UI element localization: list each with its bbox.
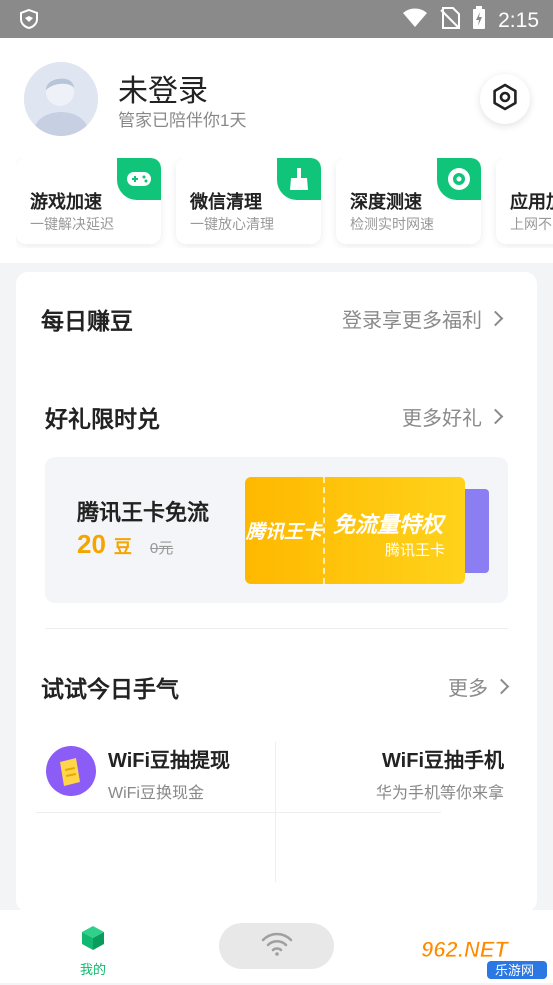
tool-title: 应用加: [510, 192, 553, 212]
broom-icon: [277, 158, 321, 200]
gift-item[interactable]: 腾讯王卡免流 20 豆 0元 腾讯王卡 免流量特权 腾讯王卡: [45, 457, 508, 603]
username[interactable]: 未登录: [118, 66, 208, 110]
tool-speed-test[interactable]: 深度测速 检测实时网速: [336, 158, 481, 244]
tools-row: 游戏加速 一键解决延迟 微信清理 一键放心清理 深度测速 检测实时网速 应用加 …: [16, 158, 553, 248]
lucky-item-desc: 华为手机等你来拿: [375, 785, 504, 802]
lucky-item-title: WiFi豆抽手机: [381, 750, 504, 772]
nav-tab-me[interactable]: 我的: [70, 924, 116, 978]
lucky-more-link[interactable]: 更多: [448, 672, 510, 701]
cube-icon: [79, 926, 107, 956]
settings-button[interactable]: [480, 74, 530, 124]
grid-divider: [36, 812, 441, 813]
shield-icon: [18, 8, 40, 35]
watermark-logo: 962.NET 乐游网: [415, 935, 550, 980]
gift-ticket-image: 腾讯王卡 免流量特权 腾讯王卡: [245, 477, 465, 584]
status-time: 2:15: [498, 9, 539, 32]
gift-price-value: 20: [77, 529, 106, 559]
gamepad-icon: [117, 158, 161, 200]
tool-desc: 一键解决延迟: [30, 216, 114, 232]
nav-wifi-button[interactable]: [219, 923, 334, 969]
settings-hexagon-icon: [491, 83, 519, 116]
companion-days-text: 管家已陪伴你1天: [118, 111, 247, 130]
ticket-subtitle: 腾讯王卡: [384, 542, 445, 559]
daily-login-link-label: 登录享更多福利: [342, 310, 482, 332]
lucky-item-cash[interactable]: WiFi豆抽提现 WiFi豆换现金: [46, 744, 230, 803]
lucky-item-phone[interactable]: WiFi豆抽手机 华为手机等你来拿: [376, 744, 504, 803]
section-divider: [45, 628, 508, 629]
more-gifts-link[interactable]: 更多好礼: [402, 402, 504, 431]
gift-price-unit: 豆: [113, 537, 132, 557]
no-sim-icon: [440, 7, 461, 35]
chevron-right-icon: [493, 678, 510, 695]
avatar[interactable]: [24, 62, 98, 136]
tool-wechat-clean[interactable]: 微信清理 一键放心清理: [176, 158, 321, 244]
lucky-title: 试试今日手气: [41, 676, 179, 702]
tool-app-boost[interactable]: 应用加 上网不: [496, 158, 553, 244]
tool-title: 微信清理: [190, 192, 262, 212]
wifi-icon: [261, 932, 293, 961]
gifts-title: 好礼限时兑: [45, 406, 160, 432]
rewards-card: 每日赚豆 登录享更多福利 好礼限时兑 更多好礼 腾讯王卡免流 20 豆 0元 腾…: [16, 272, 537, 912]
status-bar: 2:15: [0, 0, 553, 38]
daily-login-link[interactable]: 登录享更多福利: [342, 304, 504, 333]
tool-title: 游戏加速: [30, 192, 102, 212]
daily-beans-title: 每日赚豆: [41, 308, 133, 334]
tool-desc: 检测实时网速: [350, 216, 434, 232]
tool-desc: 上网不: [510, 216, 552, 232]
gift-price: 20 豆 0元: [77, 529, 173, 560]
lucky-item-desc: WiFi豆换现金: [108, 785, 204, 802]
tool-game-boost[interactable]: 游戏加速 一键解决延迟: [16, 158, 161, 244]
cash-coupon-icon: [46, 746, 96, 801]
ticket-brand-logo: 腾讯王卡: [245, 477, 325, 584]
ticket-title: 免流量特权: [333, 512, 444, 537]
lucky-more-link-label: 更多: [448, 678, 488, 700]
profile-header: 未登录 管家已陪伴你1天 游戏加速 一键解决延迟 微信清理 一键放心清理 深度测…: [0, 38, 553, 263]
svg-text:乐游网: 乐游网: [495, 964, 534, 979]
gift-name: 腾讯王卡免流: [77, 500, 210, 525]
svg-text:962.NET: 962.NET: [421, 937, 509, 962]
battery-charging-icon: [472, 6, 486, 36]
chevron-right-icon: [487, 408, 504, 425]
tool-desc: 一键放心清理: [190, 216, 274, 232]
speedometer-icon: [437, 158, 481, 200]
next-ticket-peek: [465, 489, 489, 573]
chevron-right-icon: [487, 310, 504, 327]
more-gifts-link-label: 更多好礼: [402, 408, 482, 430]
tool-title: 深度测速: [350, 192, 422, 212]
wifi-signal-icon: [402, 8, 428, 34]
lucky-grid: WiFi豆抽提现 WiFi豆换现金 WiFi豆抽手机 华为手机等你来拿: [16, 712, 537, 912]
lucky-item-title: WiFi豆抽提现: [108, 750, 231, 772]
gift-original-price: 0元: [149, 540, 174, 557]
nav-tab-me-label: 我的: [79, 962, 106, 977]
